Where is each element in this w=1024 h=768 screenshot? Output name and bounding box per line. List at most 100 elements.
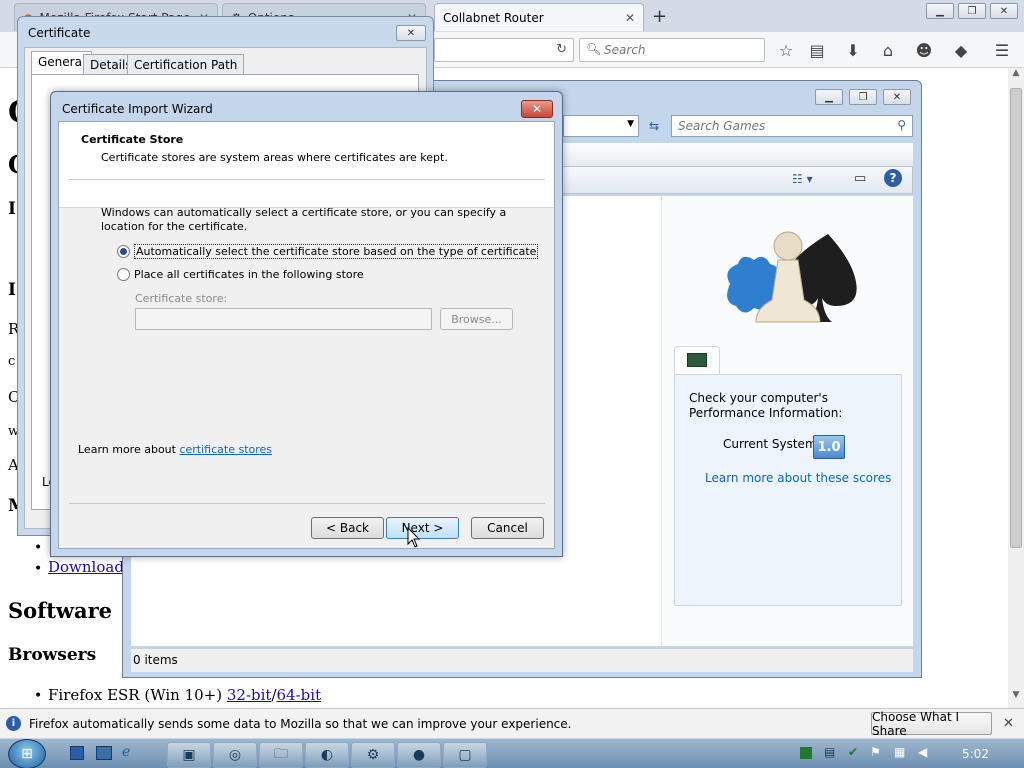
preview-pane-icon[interactable]: ▭ bbox=[854, 171, 866, 186]
learn-more-prefix: Learn more about bbox=[78, 443, 180, 456]
option-auto-label: Automatically select the certificate sto… bbox=[134, 244, 539, 259]
taskbar-network[interactable]: ◎ bbox=[213, 742, 257, 768]
download-icon[interactable]: ⬇ bbox=[842, 39, 864, 61]
page-letter: c bbox=[8, 354, 16, 369]
start-button-icon[interactable]: ⊞ bbox=[8, 739, 46, 768]
search-icon: 🔍︎ bbox=[586, 42, 602, 56]
volume-icon[interactable]: ◀ bbox=[918, 745, 927, 759]
pocket-icon[interactable]: ◆ bbox=[950, 39, 972, 61]
tray-icon[interactable]: ✔ bbox=[848, 745, 858, 759]
page-scrollbar[interactable]: ▲ ▼ bbox=[1008, 68, 1024, 708]
software-heading: Software bbox=[8, 598, 113, 623]
certificate-stores-link[interactable]: certificate stores bbox=[179, 443, 272, 456]
address-bar[interactable]: ▼ bbox=[563, 115, 639, 137]
option-manual-store[interactable]: Place all certificates in the following … bbox=[117, 268, 364, 281]
network-icon[interactable]: ▦ bbox=[894, 745, 905, 759]
taskbar-firefox[interactable]: ● bbox=[397, 742, 441, 768]
bookmark-star-icon[interactable]: ☆ bbox=[775, 39, 797, 61]
cancel-button[interactable]: Cancel bbox=[471, 517, 544, 539]
minimize-icon[interactable]: ▁ bbox=[926, 3, 954, 19]
new-tab-icon[interactable]: + bbox=[652, 6, 667, 27]
bullet: • bbox=[34, 688, 43, 704]
link-64bit[interactable]: 64-bit bbox=[277, 686, 322, 704]
action-center-flag-icon[interactable]: ⚑ bbox=[870, 745, 881, 759]
search-placeholder: Search Games bbox=[678, 119, 766, 133]
taskbar-cmd[interactable]: ▣ bbox=[167, 742, 211, 768]
close-tab-icon[interactable]: ✕ bbox=[625, 11, 635, 25]
option-manual-label: Place all certificates in the following … bbox=[134, 268, 364, 281]
data-notification-bar: i Firefox automatically sends some data … bbox=[0, 708, 1024, 738]
close-window-icon[interactable]: ✕ bbox=[396, 25, 426, 41]
games-menu-strip bbox=[563, 143, 913, 167]
tray-icon[interactable] bbox=[800, 747, 812, 759]
taskbar-mmc[interactable]: ⚙ bbox=[351, 742, 395, 768]
search-placeholder: Search bbox=[604, 43, 646, 57]
wizard-header-desc: Certificate stores are system areas wher… bbox=[101, 151, 448, 164]
wizard-header: Certificate Store Certificate stores are… bbox=[59, 122, 554, 208]
refresh-icon[interactable]: ⇆ bbox=[643, 115, 665, 137]
ie-icon[interactable]: ℯ bbox=[122, 744, 138, 760]
reload-icon[interactable]: ↻ bbox=[556, 42, 567, 57]
performance-tab[interactable] bbox=[674, 346, 720, 374]
search-input[interactable]: 🔍︎ Search bbox=[579, 38, 765, 62]
help-icon[interactable]: ? bbox=[884, 169, 902, 187]
menu-icon[interactable]: ☰ bbox=[991, 39, 1013, 61]
notification-text: Firefox automatically sends some data to… bbox=[29, 717, 572, 731]
taskbar-explorer[interactable]: 🗀 bbox=[259, 742, 303, 768]
taskbar-notepad[interactable]: ▢ bbox=[443, 742, 487, 768]
hello-icon[interactable]: ☻ bbox=[913, 39, 935, 61]
close-window-icon[interactable]: ✕ bbox=[990, 3, 1018, 19]
store-label: Certificate store: bbox=[135, 292, 228, 305]
quick-launch-icon[interactable] bbox=[96, 746, 112, 760]
clock[interactable]: 5:02 bbox=[962, 747, 989, 761]
certificate-import-wizard: Certificate Import Wizard ✕ Certificate … bbox=[50, 91, 563, 557]
tab-collabnet-router[interactable]: Collabnet Router ✕ bbox=[434, 3, 644, 31]
page-letter: I bbox=[8, 280, 16, 300]
games-status-bar: 0 items bbox=[131, 648, 913, 672]
browse-button[interactable]: Browse... bbox=[440, 308, 513, 330]
tray-icon[interactable]: ▤ bbox=[824, 745, 835, 759]
option-auto-store[interactable]: Automatically select the certificate sto… bbox=[117, 244, 539, 259]
restore-icon[interactable]: ❐ bbox=[849, 89, 877, 105]
current-system-label: Current System bbox=[723, 437, 817, 451]
radio-button-selected[interactable] bbox=[117, 245, 130, 258]
status-text: 0 items bbox=[133, 653, 178, 667]
link-32bit[interactable]: 32-bit bbox=[227, 686, 272, 704]
search-games-input[interactable]: Search Games ⚲ bbox=[671, 115, 913, 137]
tab-certification-path[interactable]: Certification Path bbox=[127, 54, 245, 74]
games-logo-icon bbox=[727, 231, 857, 323]
scroll-up-icon[interactable]: ▲ bbox=[1010, 68, 1022, 84]
windows-taskbar: ⊞ ℯ ▣ ◎ 🗀 ◐ ⚙ ● ▢ ▤ ✔ ⚑ ▦ ◀ 5:02 bbox=[0, 738, 1024, 768]
url-bar[interactable]: ↻ bbox=[434, 38, 574, 62]
performance-score-badge: 1.0 bbox=[813, 435, 845, 459]
close-window-icon[interactable]: ✕ bbox=[521, 100, 553, 118]
minimize-icon[interactable]: ▁ bbox=[815, 89, 843, 105]
wizard-body: Certificate Store Certificate stores are… bbox=[58, 121, 555, 549]
bullet: • bbox=[34, 540, 43, 556]
back-button[interactable]: < Back bbox=[311, 517, 384, 539]
search-icon: ⚲ bbox=[897, 118, 906, 132]
close-window-icon[interactable]: ✕ bbox=[883, 89, 911, 105]
scroll-down-icon[interactable]: ▼ bbox=[1010, 690, 1022, 706]
reading-list-icon[interactable]: ▤ bbox=[806, 39, 828, 61]
browsers-heading: Browsers bbox=[8, 645, 97, 665]
scroll-thumb[interactable] bbox=[1010, 88, 1022, 548]
view-options-icon[interactable]: ☷ ▾ bbox=[792, 172, 813, 186]
restore-icon[interactable]: ❐ bbox=[958, 3, 986, 19]
certificate-store-field[interactable] bbox=[135, 308, 432, 330]
show-desktop-icon[interactable] bbox=[70, 746, 84, 760]
performance-text: Check your computer's Performance Inform… bbox=[689, 391, 843, 420]
certificate-title: Certificate bbox=[28, 26, 91, 40]
choose-what-i-share-button[interactable]: Choose What I Share bbox=[871, 710, 992, 738]
home-icon[interactable]: ⌂ bbox=[877, 39, 899, 61]
close-notification-icon[interactable]: ✕ bbox=[1003, 716, 1014, 731]
learn-scores-link[interactable]: Learn more about these scores bbox=[705, 471, 891, 485]
radio-button[interactable] bbox=[117, 268, 130, 281]
wizard-intro: Windows can automatically select a certi… bbox=[101, 206, 507, 233]
next-button[interactable]: Next > bbox=[386, 517, 459, 539]
taskbar-games[interactable]: ◐ bbox=[305, 742, 349, 768]
mouse-cursor-icon bbox=[407, 527, 421, 548]
chevron-down-icon[interactable]: ▼ bbox=[627, 119, 634, 129]
firefox-esr-text: Firefox ESR (Win 10+) bbox=[48, 686, 227, 704]
games-details-pane: Check your computer's Performance Inform… bbox=[661, 196, 913, 646]
